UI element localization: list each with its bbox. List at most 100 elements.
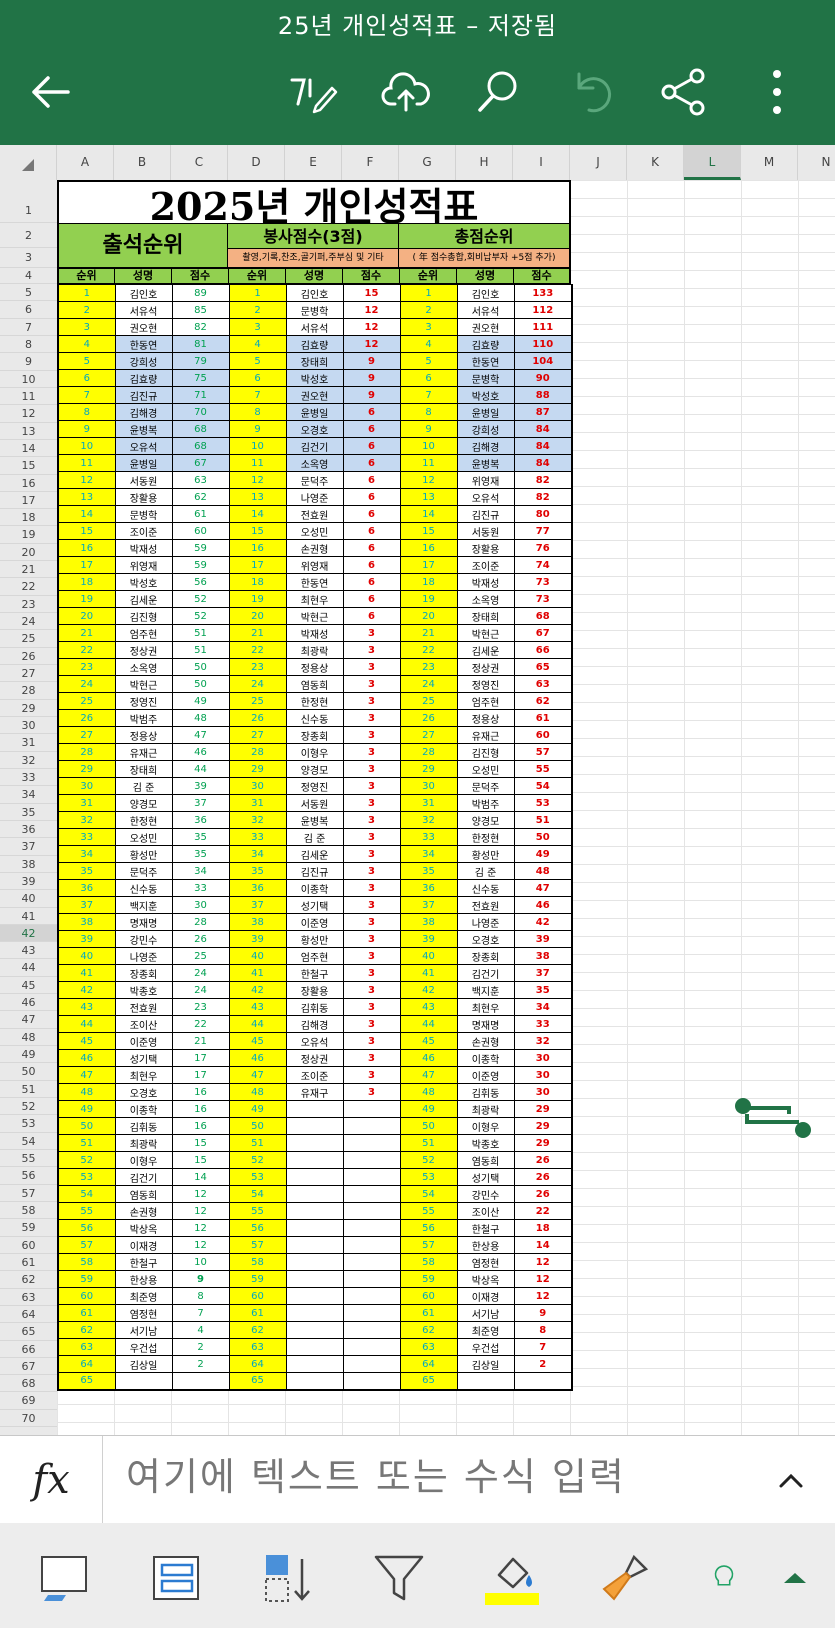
score-cell[interactable]: 68	[171, 437, 230, 455]
table-row[interactable]: 51 최광락 15 51 51 박종호 29	[57, 1134, 573, 1152]
name-cell[interactable]: 김세운	[114, 590, 173, 608]
score-cell[interactable]: 62	[171, 488, 230, 506]
table-row[interactable]: 23 소옥영 50 23 정용상 3 23 정상권 65	[57, 658, 573, 676]
name-cell[interactable]: 장활용	[114, 488, 173, 506]
score-cell[interactable]: 60	[171, 522, 230, 540]
rank-cell[interactable]: 8	[57, 403, 116, 421]
column-header-G[interactable]: G	[399, 145, 456, 180]
name-cell[interactable]: 김효량	[456, 335, 515, 353]
rank-cell[interactable]: 6	[57, 369, 116, 387]
name-cell[interactable]: 양경모	[285, 760, 344, 778]
rank-cell[interactable]: 24	[228, 675, 287, 693]
table-row[interactable]: 49 이종학 16 49 49 최광락 29	[57, 1100, 573, 1118]
rank-cell[interactable]: 61	[399, 1304, 458, 1322]
table-row[interactable]: 61 염정현 7 61 61 서기남 9	[57, 1304, 573, 1322]
row-header-16[interactable]: 16	[0, 475, 57, 492]
rank-cell[interactable]: 33	[57, 828, 116, 846]
table-header-cell[interactable]: 점수	[513, 268, 571, 284]
table-row[interactable]: 18 박성호 56 18 한동연 6 18 박재성 73	[57, 573, 573, 591]
name-cell[interactable]: 김세운	[285, 845, 344, 863]
rank-cell[interactable]: 2	[399, 301, 458, 319]
name-cell[interactable]: 김효량	[114, 369, 173, 387]
name-cell[interactable]	[285, 1100, 344, 1118]
score-cell[interactable]: 66	[513, 641, 573, 659]
name-cell[interactable]: 장종회	[285, 726, 344, 744]
table-row[interactable]: 40 나영준 25 40 엄주현 3 40 장종회 38	[57, 947, 573, 965]
score-cell[interactable]: 29	[513, 1117, 573, 1135]
table-row[interactable]: 48 오경호 16 48 유재구 3 48 김휘동 30	[57, 1083, 573, 1101]
rank-cell[interactable]: 21	[228, 624, 287, 642]
name-cell[interactable]	[285, 1236, 344, 1254]
score-cell[interactable]: 57	[513, 743, 573, 761]
score-cell[interactable]: 21	[171, 1032, 230, 1050]
selection-drag-handle[interactable]	[733, 1098, 813, 1138]
section-service-title[interactable]: 봉사점수(3점)	[227, 223, 399, 249]
score-cell[interactable]: 3	[342, 777, 401, 795]
rank-cell[interactable]: 62	[57, 1321, 116, 1339]
rank-cell[interactable]: 15	[228, 522, 287, 540]
score-cell[interactable]: 3	[342, 1015, 401, 1033]
rank-cell[interactable]: 39	[57, 930, 116, 948]
row-header-33[interactable]: 33	[0, 769, 57, 787]
table-row[interactable]: 38 명재명 28 38 이준영 3 38 나영준 42	[57, 913, 573, 931]
name-cell[interactable]: 이종학	[114, 1100, 173, 1118]
score-cell[interactable]: 3	[342, 981, 401, 999]
rank-cell[interactable]: 38	[57, 913, 116, 931]
score-cell[interactable]: 26	[513, 1151, 573, 1169]
rank-cell[interactable]: 10	[57, 437, 116, 455]
rank-cell[interactable]: 6	[399, 369, 458, 387]
name-cell[interactable]	[285, 1219, 344, 1237]
score-cell[interactable]: 3	[342, 913, 401, 931]
rank-cell[interactable]: 7	[228, 386, 287, 404]
rank-cell[interactable]: 18	[228, 573, 287, 591]
score-cell[interactable]: 22	[513, 1202, 573, 1220]
table-row[interactable]: 24 박현근 50 24 염동희 3 24 정영진 63	[57, 675, 573, 693]
table-row[interactable]: 2 서유석 85 2 문병학 12 2 서유석 112	[57, 301, 573, 319]
name-cell[interactable]: 김인호	[114, 284, 173, 302]
rank-cell[interactable]: 4	[57, 335, 116, 353]
score-cell[interactable]: 3	[342, 947, 401, 965]
rank-cell[interactable]: 62	[399, 1321, 458, 1339]
column-header-K[interactable]: K	[627, 145, 684, 180]
name-cell[interactable]: 황성만	[456, 845, 515, 863]
row-header-42[interactable]: 42	[0, 924, 57, 943]
row-header-23[interactable]: 23	[0, 596, 57, 614]
score-cell[interactable]: 3	[342, 845, 401, 863]
rank-cell[interactable]: 62	[228, 1321, 287, 1339]
table-row[interactable]: 56 박상옥 12 56 56 한철구 18	[57, 1219, 573, 1237]
name-cell[interactable]: 이재경	[114, 1236, 173, 1254]
name-cell[interactable]: 엄주현	[114, 624, 173, 642]
rank-cell[interactable]: 5	[228, 352, 287, 370]
name-cell[interactable]: 오유석	[285, 1032, 344, 1050]
name-cell[interactable]: 손권형	[114, 1202, 173, 1220]
rank-cell[interactable]: 44	[57, 1015, 116, 1033]
table-row[interactable]: 50 김휘동 16 50 50 이형우 29	[57, 1117, 573, 1135]
score-cell[interactable]: 36	[171, 811, 230, 829]
score-cell[interactable]: 6	[342, 471, 401, 489]
rank-cell[interactable]: 43	[228, 998, 287, 1016]
score-cell[interactable]: 112	[513, 301, 573, 319]
name-cell[interactable]: 문덕주	[285, 471, 344, 489]
back-arrow-icon[interactable]	[26, 66, 76, 118]
name-cell[interactable]: 양경모	[456, 811, 515, 829]
score-cell[interactable]	[342, 1117, 401, 1135]
rank-cell[interactable]: 4	[399, 335, 458, 353]
score-cell[interactable]: 3	[342, 930, 401, 948]
name-cell[interactable]: 박현근	[285, 607, 344, 625]
row-header-52[interactable]: 52	[0, 1098, 57, 1116]
score-cell[interactable]: 30	[513, 1049, 573, 1067]
name-cell[interactable]: 김상일	[114, 1355, 173, 1373]
rank-cell[interactable]: 37	[228, 896, 287, 914]
name-cell[interactable]: 강희성	[456, 420, 515, 438]
row-header-3[interactable]: 3	[0, 248, 57, 268]
rank-cell[interactable]: 55	[57, 1202, 116, 1220]
name-cell[interactable]: 신수동	[114, 879, 173, 897]
score-cell[interactable]: 18	[513, 1219, 573, 1237]
row-header-30[interactable]: 30	[0, 717, 57, 735]
name-cell[interactable]	[456, 1372, 515, 1391]
score-cell[interactable]: 23	[171, 998, 230, 1016]
rank-cell[interactable]: 5	[57, 352, 116, 370]
rank-cell[interactable]: 12	[228, 471, 287, 489]
score-cell[interactable]: 28	[171, 913, 230, 931]
name-cell[interactable]: 박종호	[114, 981, 173, 999]
